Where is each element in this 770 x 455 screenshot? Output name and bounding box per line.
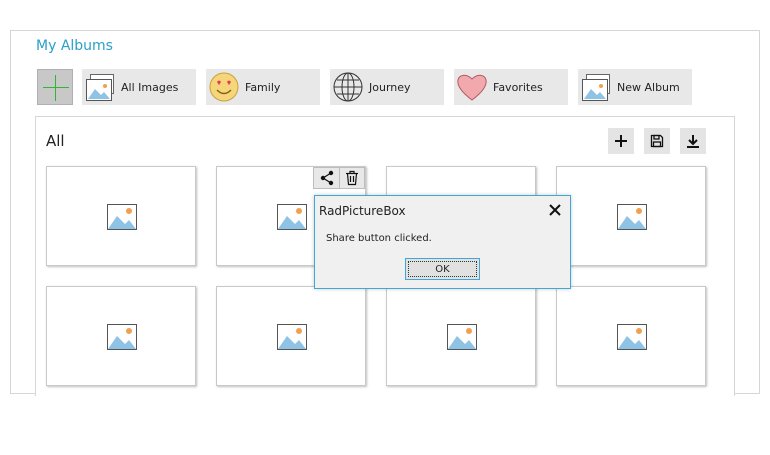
image-card[interactable] — [216, 286, 366, 386]
image-stack-icon — [84, 71, 116, 103]
image-placeholder-icon — [277, 204, 307, 230]
image-placeholder-icon — [107, 204, 137, 230]
add-image-button[interactable] — [608, 128, 634, 154]
image-card[interactable] — [46, 286, 196, 386]
album-label: Family — [245, 80, 281, 94]
image-stack-icon — [580, 71, 612, 103]
globe-icon — [332, 71, 364, 103]
ok-label: OK — [435, 263, 450, 275]
image-placeholder-icon — [277, 324, 307, 350]
album-family[interactable]: Family — [206, 69, 320, 105]
smiley-icon — [208, 71, 240, 103]
trash-icon — [346, 170, 358, 186]
ok-button[interactable]: OK — [405, 258, 480, 280]
close-icon[interactable] — [548, 202, 562, 216]
album-label: New Album — [617, 80, 680, 94]
album-label: Journey — [369, 80, 411, 94]
image-placeholder-icon — [617, 324, 647, 350]
image-card[interactable] — [46, 166, 196, 266]
image-placeholder-icon — [107, 324, 137, 350]
heart-icon — [456, 71, 488, 103]
card-actions — [313, 167, 365, 189]
add-icon — [615, 135, 627, 147]
album-label: All Images — [121, 80, 179, 94]
gallery-title: All — [46, 132, 65, 150]
album-journey[interactable]: Journey — [330, 69, 444, 105]
album-label: Favorites — [493, 80, 543, 94]
album-favorites[interactable]: Favorites — [454, 69, 568, 105]
image-card[interactable] — [386, 286, 536, 386]
album-new-album[interactable]: New Album — [578, 69, 692, 105]
delete-button[interactable] — [339, 168, 364, 188]
image-card[interactable] — [556, 166, 706, 266]
download-button[interactable] — [680, 128, 706, 154]
message-dialog: RadPictureBox Share button clicked. OK — [314, 195, 571, 289]
download-icon — [687, 135, 699, 148]
image-placeholder-icon — [447, 324, 477, 350]
add-album-button[interactable] — [37, 69, 73, 105]
dialog-title: RadPictureBox — [319, 204, 406, 218]
page-title: My Albums — [36, 38, 113, 54]
save-button[interactable] — [644, 128, 670, 154]
image-card[interactable] — [556, 286, 706, 386]
album-all-images[interactable]: All Images — [82, 69, 196, 105]
image-placeholder-icon — [617, 204, 647, 230]
dialog-message: Share button clicked. — [326, 233, 432, 244]
share-icon — [320, 170, 333, 186]
share-button[interactable] — [314, 168, 339, 188]
save-icon — [650, 134, 664, 148]
